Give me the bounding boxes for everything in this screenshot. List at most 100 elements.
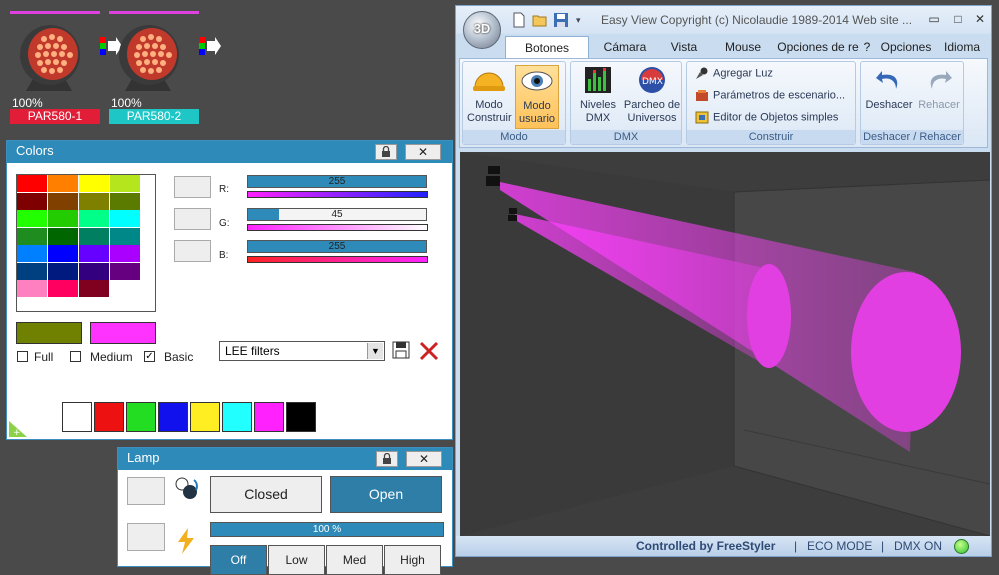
modo-usuario-button[interactable]: Modo usuario — [515, 65, 559, 129]
intensity-slider[interactable]: 100 % — [210, 522, 444, 537]
tab-opciones-render[interactable]: Opciones de re — [776, 36, 860, 58]
close-window-button[interactable]: ✕ — [972, 12, 988, 26]
full-checkbox[interactable] — [17, 351, 28, 362]
3d-viewport[interactable] — [460, 152, 990, 536]
palette-swatch[interactable] — [110, 192, 140, 210]
minimize-button[interactable]: ▭ — [926, 12, 942, 26]
basic-colors-row — [62, 402, 322, 432]
open-folder-icon[interactable] — [532, 12, 548, 28]
customize-toolbar-icon[interactable]: ▾ — [576, 12, 592, 28]
open-button[interactable]: Open — [330, 476, 442, 513]
close-button[interactable]: ✕ — [406, 451, 442, 467]
basic-color-swatch[interactable] — [94, 402, 124, 432]
off-button[interactable]: Off — [210, 545, 267, 575]
palette-swatch[interactable] — [110, 227, 140, 245]
low-button[interactable]: Low — [268, 545, 325, 575]
fixture-par580-2[interactable]: 100% PAR580-2 — [109, 11, 221, 124]
maximize-button[interactable]: □ — [950, 12, 966, 26]
parcheo-universos-button[interactable]: DMX Parcheo de Universos — [623, 65, 681, 129]
medium-checkbox[interactable] — [70, 351, 81, 362]
parametros-escenario-label: Parámetros de escenario... — [713, 89, 846, 102]
lock-button[interactable] — [376, 451, 398, 467]
new-file-icon[interactable] — [511, 12, 527, 28]
fixture-level-bar — [109, 11, 199, 14]
red-preset-button[interactable] — [174, 176, 211, 198]
palette-swatch[interactable] — [48, 262, 78, 280]
basic-color-swatch[interactable] — [126, 402, 156, 432]
tab-opciones[interactable]: Opciones — [880, 36, 932, 58]
tab-botones[interactable]: Botones estánd — [505, 36, 589, 58]
green-slider[interactable]: 45 — [247, 208, 427, 221]
med-button[interactable]: Med — [326, 545, 383, 575]
green-value: 45 — [331, 209, 343, 220]
palette-swatch[interactable] — [17, 227, 47, 245]
basic-color-swatch[interactable] — [222, 402, 252, 432]
palette-swatch[interactable] — [48, 245, 78, 262]
palette-swatch[interactable] — [17, 192, 47, 210]
palette-swatch[interactable] — [79, 245, 109, 262]
tab-mouse[interactable]: Mouse — [716, 36, 770, 58]
lock-icon — [383, 452, 391, 464]
green-preset-button[interactable] — [174, 208, 211, 230]
parametros-escenario-button[interactable]: Parámetros de escenario... — [695, 89, 845, 102]
delete-icon[interactable] — [418, 340, 440, 362]
save-icon[interactable] — [392, 341, 410, 359]
save-icon[interactable] — [553, 12, 569, 28]
blue-preset-button[interactable] — [174, 240, 211, 262]
tab-vista[interactable]: Vista — [658, 36, 710, 58]
tab-camara[interactable]: Cámara — [596, 36, 654, 58]
palette-swatch[interactable] — [110, 280, 140, 297]
fixture-par580-1[interactable]: 100% PAR580-1 — [10, 11, 122, 124]
chevron-down-icon: ▼ — [367, 343, 383, 359]
palette-swatch[interactable] — [110, 262, 140, 280]
filter-select[interactable]: LEE filters ▼ — [219, 341, 385, 361]
close-button[interactable]: ✕ — [405, 144, 441, 160]
palette-swatch[interactable] — [110, 245, 140, 262]
palette-swatch[interactable] — [17, 245, 47, 262]
blue-slider[interactable]: 255 — [247, 240, 427, 253]
palette-swatch[interactable] — [110, 175, 140, 192]
add-corner-icon[interactable]: + — [9, 421, 27, 437]
basic-color-swatch[interactable] — [254, 402, 284, 432]
basic-color-swatch[interactable] — [62, 402, 92, 432]
add-light-icon — [696, 67, 708, 79]
palette-swatch[interactable] — [17, 175, 47, 192]
basic-color-swatch[interactable] — [286, 402, 316, 432]
palette-swatch[interactable] — [79, 280, 109, 297]
palette-swatch[interactable] — [48, 227, 78, 245]
palette-swatch[interactable] — [17, 262, 47, 280]
modo-construir-button[interactable]: Modo Construir — [467, 65, 512, 129]
tab-help[interactable]: ? — [860, 36, 874, 58]
palette-swatch[interactable] — [79, 175, 109, 192]
lock-button[interactable] — [375, 144, 397, 160]
palette-swatch[interactable] — [17, 280, 47, 297]
high-button[interactable]: High — [384, 545, 441, 575]
palette-swatch[interactable] — [48, 210, 78, 227]
palette-swatch[interactable] — [48, 175, 78, 192]
niveles-dmx-button[interactable]: Niveles DMX — [575, 65, 621, 129]
palette-swatch[interactable] — [79, 210, 109, 227]
closed-button[interactable]: Closed — [210, 476, 322, 513]
palette-swatch[interactable] — [79, 262, 109, 280]
palette-swatch[interactable] — [79, 227, 109, 245]
deshacer-button[interactable]: Deshacer — [863, 65, 915, 129]
red-slider[interactable]: 255 — [247, 175, 427, 188]
deshacer-label: Deshacer — [865, 99, 913, 111]
hard-hat-icon — [473, 72, 505, 91]
dimmer-preset-button[interactable] — [127, 523, 165, 551]
palette-swatch[interactable] — [48, 192, 78, 210]
basic-color-swatch[interactable] — [190, 402, 220, 432]
palette-swatch[interactable] — [79, 192, 109, 210]
rehacer-button[interactable]: Rehacer — [915, 65, 963, 129]
palette-swatch[interactable] — [17, 210, 47, 227]
basic-color-swatch[interactable] — [158, 402, 188, 432]
shutter-preset-button[interactable] — [127, 477, 165, 505]
editor-objetos-button[interactable]: Editor de Objetos simples — [695, 111, 838, 124]
tab-idioma[interactable]: Idioma — [942, 36, 982, 58]
dmx-on-text: DMX ON — [894, 539, 942, 553]
palette-swatch[interactable] — [110, 210, 140, 227]
palette-swatch[interactable] — [48, 280, 78, 297]
selected-color-swatch[interactable] — [90, 322, 156, 344]
basic-checkbox[interactable]: ✓ — [144, 351, 155, 362]
agregar-luz-button[interactable]: Agregar Luz — [695, 67, 773, 80]
